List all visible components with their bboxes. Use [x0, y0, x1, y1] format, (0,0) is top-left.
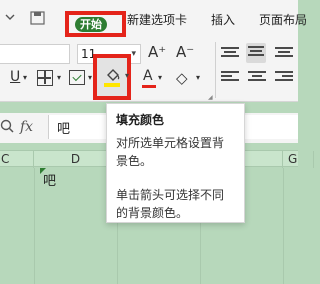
tooltip-hint: 单击箭头可选择不同的背景颜色。	[116, 188, 225, 220]
grid-line	[283, 168, 284, 284]
chevron-down-icon[interactable]: ▾	[23, 73, 27, 82]
column-header-d[interactable]: D	[35, 151, 117, 168]
save-icon[interactable]	[30, 11, 46, 25]
chevron-down-icon[interactable]: ▾	[88, 73, 92, 82]
align-middle-button[interactable]	[246, 43, 266, 63]
chevron-down-icon[interactable]: ▾	[196, 73, 200, 82]
dropdown-chevron-icon[interactable]	[4, 11, 16, 25]
align-bottom-button[interactable]	[275, 47, 293, 61]
eraser-icon[interactable]: ◇	[176, 69, 188, 87]
tab-insert[interactable]: 插入	[211, 11, 235, 28]
font-color-button[interactable]: A	[143, 68, 153, 84]
column-header-g[interactable]: G	[284, 151, 314, 168]
ribbon-expand-icon[interactable]: ◢	[208, 94, 213, 101]
menu-bar: 开始 新建选项卡 插入 页面布局	[0, 0, 307, 38]
align-top-button[interactable]	[221, 47, 239, 61]
fill-color-tooltip: 填充颜色 对所选单元格设置背景色。 单击箭头可选择不同的背景颜色。	[106, 103, 245, 223]
underline-button[interactable]: U	[10, 69, 20, 85]
chevron-down-icon[interactable]: ▾	[158, 73, 162, 82]
column-header-c[interactable]: C	[0, 151, 34, 168]
grid-line	[34, 168, 35, 284]
tab-new-tab[interactable]: 新建选项卡	[127, 11, 187, 28]
tab-home-label: 开始	[75, 17, 107, 32]
align-left-button[interactable]	[221, 71, 239, 85]
tab-home[interactable]: 开始	[65, 11, 126, 37]
fill-color-button[interactable]: ▾	[93, 54, 131, 100]
font-name-select[interactable]	[0, 44, 70, 64]
increase-font-button[interactable]: A⁺	[148, 43, 166, 61]
fx-label[interactable]: fx	[20, 119, 33, 135]
tooltip-description: 对所选单元格设置背景色。	[116, 136, 225, 168]
cell-style-icon[interactable]	[69, 70, 85, 85]
align-right-button[interactable]	[275, 71, 293, 85]
cell-d1[interactable]: 吧	[43, 170, 56, 189]
zoom-icon[interactable]	[0, 119, 14, 133]
chevron-down-icon: ▾	[131, 49, 136, 59]
chevron-down-icon[interactable]: ▾	[125, 71, 129, 80]
toolbar-divider	[215, 42, 216, 98]
align-center-button[interactable]	[248, 71, 266, 85]
border-icon[interactable]	[37, 70, 53, 86]
font-color-swatch	[142, 85, 156, 88]
decrease-font-button[interactable]: A⁻	[176, 43, 194, 61]
tab-page-layout[interactable]: 页面布局	[259, 11, 307, 28]
fill-color-swatch	[104, 83, 120, 87]
chevron-down-icon[interactable]: ▾	[57, 73, 61, 82]
ribbon-toolbar: 11 ▾ A⁺ A⁻ U ▾ ▾ ▾ A ▾ ◇ ▾ ◢	[0, 38, 298, 102]
tooltip-title: 填充颜色	[116, 113, 165, 127]
